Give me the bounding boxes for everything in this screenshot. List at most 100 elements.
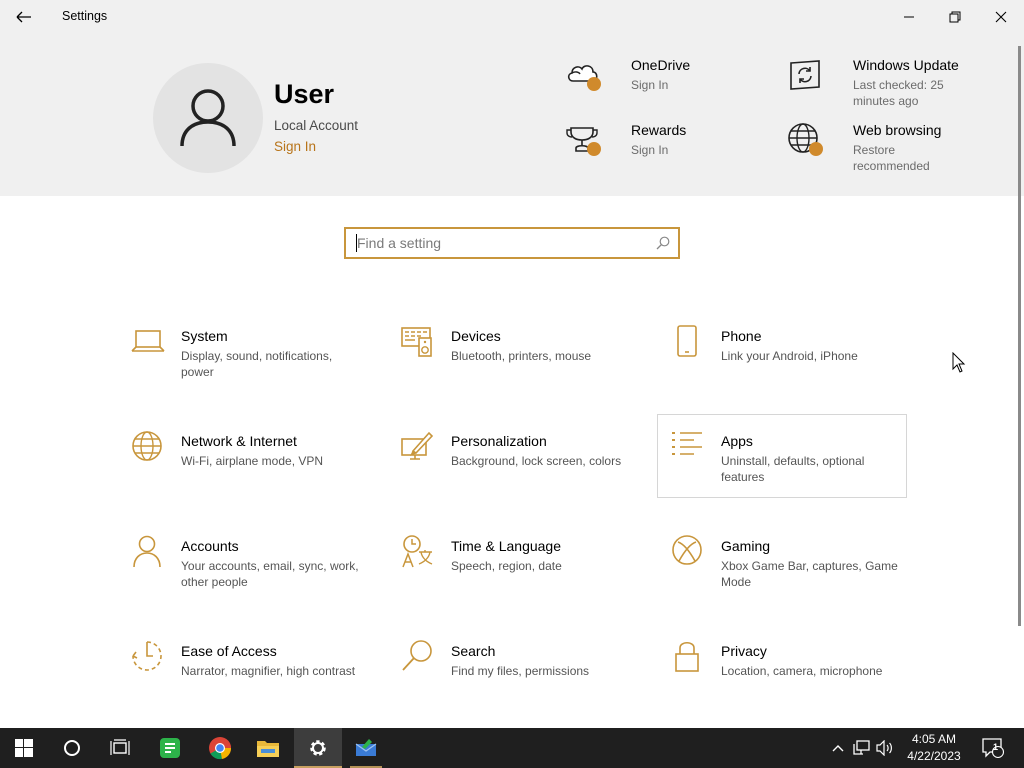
minimize-button[interactable] bbox=[886, 0, 932, 33]
tile-gaming[interactable]: Gaming Xbox Game Bar, captures, Game Mod… bbox=[671, 526, 921, 610]
action-center-button[interactable]: 1 bbox=[980, 728, 1006, 768]
notification-count: 1 bbox=[993, 742, 999, 752]
ease-of-access-icon bbox=[132, 641, 162, 671]
gear-icon bbox=[310, 740, 326, 756]
notes-app-icon bbox=[160, 738, 180, 758]
task-view-button[interactable] bbox=[96, 728, 144, 768]
tile-personalization[interactable]: Personalization Background, lock screen,… bbox=[401, 421, 651, 505]
cortana-icon bbox=[64, 740, 80, 756]
task-view-icon bbox=[110, 739, 130, 755]
tile-desc: Background, lock screen, colors bbox=[451, 454, 622, 468]
tile-ease-of-access[interactable]: Ease of Access Narrator, magnifier, high… bbox=[131, 631, 381, 715]
tile-apps[interactable]: Apps Uninstall, defaults, optional featu… bbox=[657, 414, 907, 498]
tile-desc: Bluetooth, printers, mouse bbox=[451, 349, 592, 363]
onedrive-subtitle: Sign In bbox=[631, 78, 669, 92]
rewards-subtitle: Sign In bbox=[631, 143, 669, 157]
title-bar: Settings bbox=[0, 0, 1024, 33]
settings-taskbar-button[interactable] bbox=[294, 728, 342, 768]
file-explorer-button[interactable] bbox=[244, 728, 292, 768]
search-icon[interactable] bbox=[656, 236, 670, 250]
account-header: User Local Account Sign In OneDrive Sign… bbox=[0, 33, 1024, 196]
account-type: Local Account bbox=[274, 118, 359, 133]
tile-name: Privacy bbox=[721, 643, 767, 659]
rewards-title: Rewards bbox=[631, 122, 687, 138]
web-browsing-item[interactable]: Web browsing Restore recommended bbox=[787, 122, 987, 182]
taskbar: 4:05 AM 4/22/2023 1 bbox=[0, 728, 1024, 768]
cortana-button[interactable] bbox=[48, 728, 96, 768]
avatar[interactable] bbox=[153, 63, 263, 173]
tile-name: Time & Language bbox=[451, 538, 561, 554]
tile-desc: Narrator, magnifier, high contrast bbox=[181, 664, 356, 678]
network-icon bbox=[853, 740, 870, 755]
text-caret bbox=[356, 234, 357, 252]
onedrive-title: OneDrive bbox=[631, 57, 691, 73]
mail-app-button[interactable] bbox=[342, 728, 390, 768]
tile-devices[interactable]: Devices Bluetooth, printers, mouse bbox=[401, 316, 651, 400]
tile-desc: Speech, region, date bbox=[451, 559, 562, 573]
tile-desc: Xbox Game Bar, captures, Game Mode bbox=[721, 559, 898, 589]
scrollbar[interactable] bbox=[1018, 46, 1021, 626]
taskbar-clock[interactable]: 4:05 AM 4/22/2023 bbox=[896, 731, 972, 765]
apps-list-icon bbox=[672, 432, 702, 455]
sign-in-link[interactable]: Sign In bbox=[274, 139, 316, 154]
laptop-icon bbox=[131, 330, 165, 352]
windows-update-title: Windows Update bbox=[853, 57, 959, 73]
tile-name: Network & Internet bbox=[181, 433, 297, 449]
chrome-button[interactable] bbox=[196, 728, 244, 768]
volume-tray-button[interactable] bbox=[874, 728, 896, 768]
tile-desc: Uninstall, defaults, optional features bbox=[721, 454, 865, 484]
back-arrow-icon[interactable] bbox=[12, 6, 36, 28]
tile-name: Phone bbox=[721, 328, 762, 344]
time-language-icon bbox=[402, 535, 433, 568]
web-browsing-subtitle: Restore recommended bbox=[853, 143, 930, 173]
tile-phone[interactable]: Phone Link your Android, iPhone bbox=[671, 316, 921, 400]
tile-name: Gaming bbox=[721, 538, 771, 554]
tile-search[interactable]: Search Find my files, permissions bbox=[401, 631, 651, 715]
start-button[interactable] bbox=[0, 728, 48, 768]
tile-name: Apps bbox=[721, 433, 753, 449]
tile-desc: Display, sound, notifications, power bbox=[181, 349, 333, 379]
window-title: Settings bbox=[62, 9, 108, 23]
tile-desc: Link your Android, iPhone bbox=[721, 349, 858, 363]
xbox-icon bbox=[672, 535, 702, 565]
search-box[interactable] bbox=[344, 227, 680, 259]
close-button[interactable] bbox=[978, 0, 1024, 33]
onedrive-item[interactable]: OneDrive Sign In bbox=[565, 57, 765, 101]
person-icon bbox=[133, 535, 161, 568]
globe-icon bbox=[132, 431, 162, 461]
tile-name: Accounts bbox=[181, 538, 239, 554]
tile-name: Personalization bbox=[451, 433, 547, 449]
tile-accounts[interactable]: Accounts Your accounts, email, sync, wor… bbox=[131, 526, 381, 610]
tile-desc: Your accounts, email, sync, work, other … bbox=[181, 559, 359, 589]
status-dot bbox=[587, 77, 601, 91]
tile-privacy[interactable]: Privacy Location, camera, microphone bbox=[671, 631, 921, 715]
search-icon bbox=[402, 640, 432, 671]
windows-update-item[interactable]: Windows Update Last checked: 25 minutes … bbox=[787, 57, 987, 117]
restore-button[interactable] bbox=[932, 0, 978, 33]
tile-system[interactable]: System Display, sound, notifications, po… bbox=[131, 316, 381, 400]
status-dot bbox=[809, 142, 823, 156]
clock-time: 4:05 AM bbox=[911, 732, 957, 746]
speaker-icon bbox=[876, 740, 892, 756]
user-name: User bbox=[274, 79, 335, 109]
clock-date: 4/22/2023 bbox=[907, 749, 961, 763]
tile-desc: Wi-Fi, airplane mode, VPN bbox=[181, 454, 324, 468]
network-tray-button[interactable] bbox=[850, 728, 874, 768]
tile-network[interactable]: Network & Internet Wi-Fi, airplane mode,… bbox=[131, 421, 381, 505]
tile-desc: Find my files, permissions bbox=[451, 664, 590, 678]
show-hidden-icons-button[interactable] bbox=[828, 728, 848, 768]
search-input[interactable] bbox=[346, 229, 646, 257]
windows-logo-icon bbox=[15, 739, 33, 757]
mouse-cursor-icon bbox=[952, 352, 966, 373]
mail-app-icon bbox=[355, 739, 377, 756]
tile-name: Search bbox=[451, 643, 496, 659]
chrome-icon bbox=[209, 737, 232, 760]
paint-icon bbox=[401, 431, 434, 460]
tile-name: Ease of Access bbox=[181, 643, 277, 659]
rewards-item[interactable]: Rewards Sign In bbox=[565, 122, 765, 166]
tile-name: System bbox=[181, 328, 228, 344]
tile-time-language[interactable]: Time & Language Speech, region, date bbox=[401, 526, 651, 610]
notes-app-button[interactable] bbox=[146, 728, 194, 768]
lock-icon bbox=[675, 641, 699, 672]
tile-desc: Location, camera, microphone bbox=[721, 664, 883, 678]
